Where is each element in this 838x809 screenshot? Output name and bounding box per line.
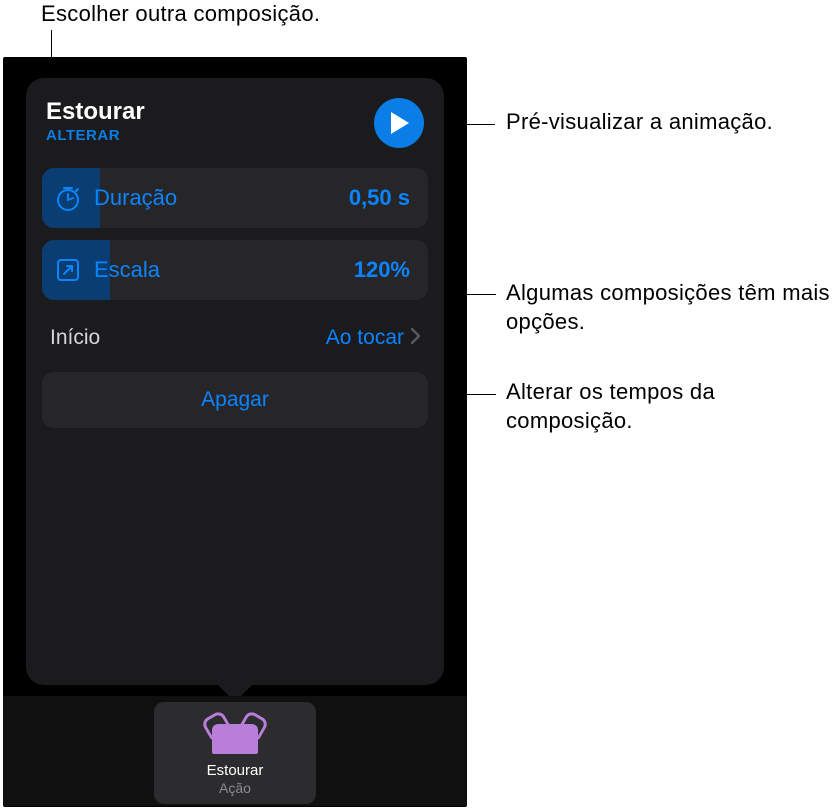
start-label: Início [50, 326, 100, 350]
chevron-right-icon [410, 327, 422, 350]
start-value: Ao tocar [326, 326, 404, 350]
callout-timing: Alterar os tempos da composição. [506, 378, 806, 435]
timer-icon [54, 184, 82, 212]
duration-slider[interactable]: Duração 0,50 s [42, 168, 428, 228]
build-thumbnail[interactable]: Estourar Ação [154, 702, 316, 804]
thumb-title: Estourar [207, 762, 264, 779]
build-bar: Estourar Ação [3, 696, 467, 806]
phone-frame: Estourar ALTERAR [3, 57, 467, 807]
scale-label: Escala [94, 257, 160, 283]
start-row[interactable]: Início Ao tocar [42, 312, 428, 364]
preview-button[interactable] [374, 98, 424, 148]
duration-value: 0,50 s [349, 185, 410, 211]
play-icon [391, 112, 411, 134]
thumb-subtitle: Ação [219, 780, 251, 796]
callout-more-options: Algumas composições têm mais opções. [506, 279, 836, 336]
callout-choose-another: Escolher outra composição. [41, 0, 320, 29]
build-options-popover: Estourar ALTERAR [26, 78, 444, 685]
delete-button[interactable]: Apagar [42, 372, 428, 428]
duration-label: Duração [94, 185, 177, 211]
scale-slider[interactable]: Escala 120% [42, 240, 428, 300]
scale-value: 120% [354, 257, 410, 283]
build-title: Estourar [46, 98, 145, 126]
callout-preview: Pré-visualizar a animação. [506, 108, 806, 137]
build-shape-icon [212, 724, 258, 754]
change-build-link[interactable]: ALTERAR [46, 127, 145, 144]
scale-icon [54, 256, 82, 284]
